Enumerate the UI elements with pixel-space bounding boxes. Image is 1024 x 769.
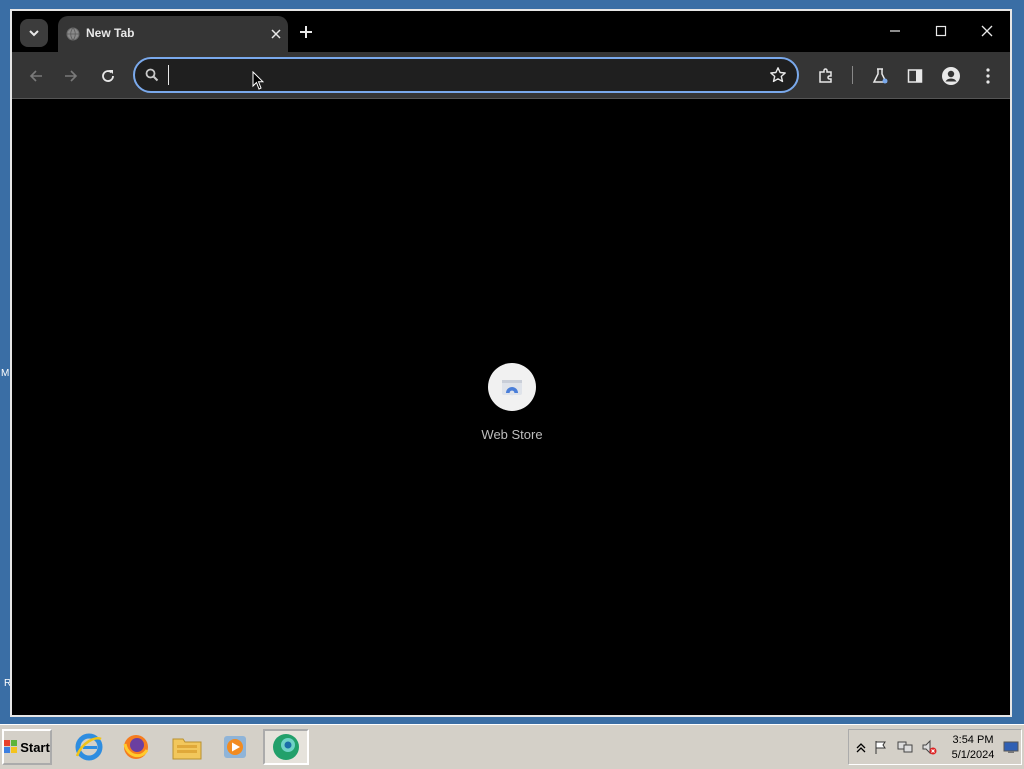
close-icon [271, 29, 281, 39]
forward-button[interactable] [58, 63, 84, 89]
close-window-button[interactable] [976, 21, 998, 41]
labs-button[interactable] [867, 63, 893, 89]
maximize-button[interactable] [930, 21, 952, 41]
new-tab-page: Web Store [12, 99, 1010, 715]
arrow-right-icon [65, 70, 78, 82]
extensions-button[interactable] [813, 63, 839, 89]
side-panel-button[interactable] [902, 63, 928, 89]
system-tray: 3:54 PM 5/1/2024 [848, 729, 1022, 765]
flask-icon [872, 68, 888, 84]
tab-strip: New Tab [12, 11, 1010, 52]
profile-icon [942, 67, 960, 85]
media-player-icon [224, 736, 246, 758]
volume-muted-icon[interactable] [921, 739, 937, 755]
windows-logo-icon [4, 740, 18, 753]
reload-icon [102, 70, 114, 82]
shortcut-web-store[interactable]: Web Store [467, 363, 557, 442]
taskbar-app-firefox[interactable] [113, 729, 159, 765]
globe-icon [66, 27, 80, 41]
web-store-tile[interactable] [488, 363, 536, 411]
chevron-down-icon [29, 30, 39, 37]
close-icon [981, 25, 993, 37]
chevron-up-icon[interactable] [853, 739, 869, 755]
search-icon [145, 68, 159, 82]
toolbar-divider [852, 66, 853, 84]
new-tab-button[interactable] [296, 22, 316, 42]
chrome-icon [273, 734, 299, 760]
tab-close-button[interactable] [268, 26, 284, 42]
tab-new-tab[interactable]: New Tab [58, 16, 288, 52]
taskbar-app-chrome[interactable] [263, 729, 309, 765]
taskbar-app-file-explorer[interactable] [164, 729, 210, 765]
plus-icon [300, 26, 312, 38]
puzzle-icon [819, 68, 832, 83]
profile-button[interactable] [938, 63, 964, 89]
side-panel-icon [907, 69, 923, 83]
clock-date: 5/1/2024 [951, 749, 995, 761]
star-icon[interactable] [769, 66, 787, 84]
start-label: Start [20, 739, 50, 755]
network-icon[interactable] [897, 739, 913, 755]
minimize-icon [890, 30, 900, 32]
reload-button[interactable] [95, 63, 121, 89]
start-button[interactable]: Start [2, 729, 52, 765]
flag-icon[interactable] [873, 739, 889, 755]
desktop-text-fragment: M [1, 368, 10, 379]
shortcut-label: Web Store [481, 427, 543, 442]
taskbar-app-media-player[interactable] [212, 729, 258, 765]
taskbar: Start 3:54 PM 5/1/2024 [0, 724, 1024, 769]
clock[interactable]: 3:54 PM 5/1/2024 [943, 733, 1003, 763]
folder-icon [172, 738, 202, 760]
kebab-menu-icon [986, 68, 990, 84]
web-store-icon [502, 380, 522, 396]
maximize-icon [935, 25, 947, 37]
address-bar[interactable] [133, 57, 799, 93]
menu-button[interactable] [975, 63, 1001, 89]
show-desktop-icon[interactable] [1003, 739, 1019, 755]
tab-title: New Tab [86, 26, 135, 40]
internet-explorer-icon [75, 733, 103, 761]
firefox-icon [123, 735, 149, 759]
browser-window: New Tab Web Store [10, 9, 1012, 717]
minimize-button[interactable] [884, 21, 906, 41]
arrow-left-icon [29, 70, 42, 82]
clock-time: 3:54 PM [952, 734, 994, 746]
tab-search-button[interactable] [20, 19, 48, 47]
mouse-pointer-icon [252, 71, 264, 90]
back-button[interactable] [23, 63, 49, 89]
browser-toolbar [12, 52, 1010, 99]
taskbar-app-internet-explorer[interactable] [66, 729, 112, 765]
